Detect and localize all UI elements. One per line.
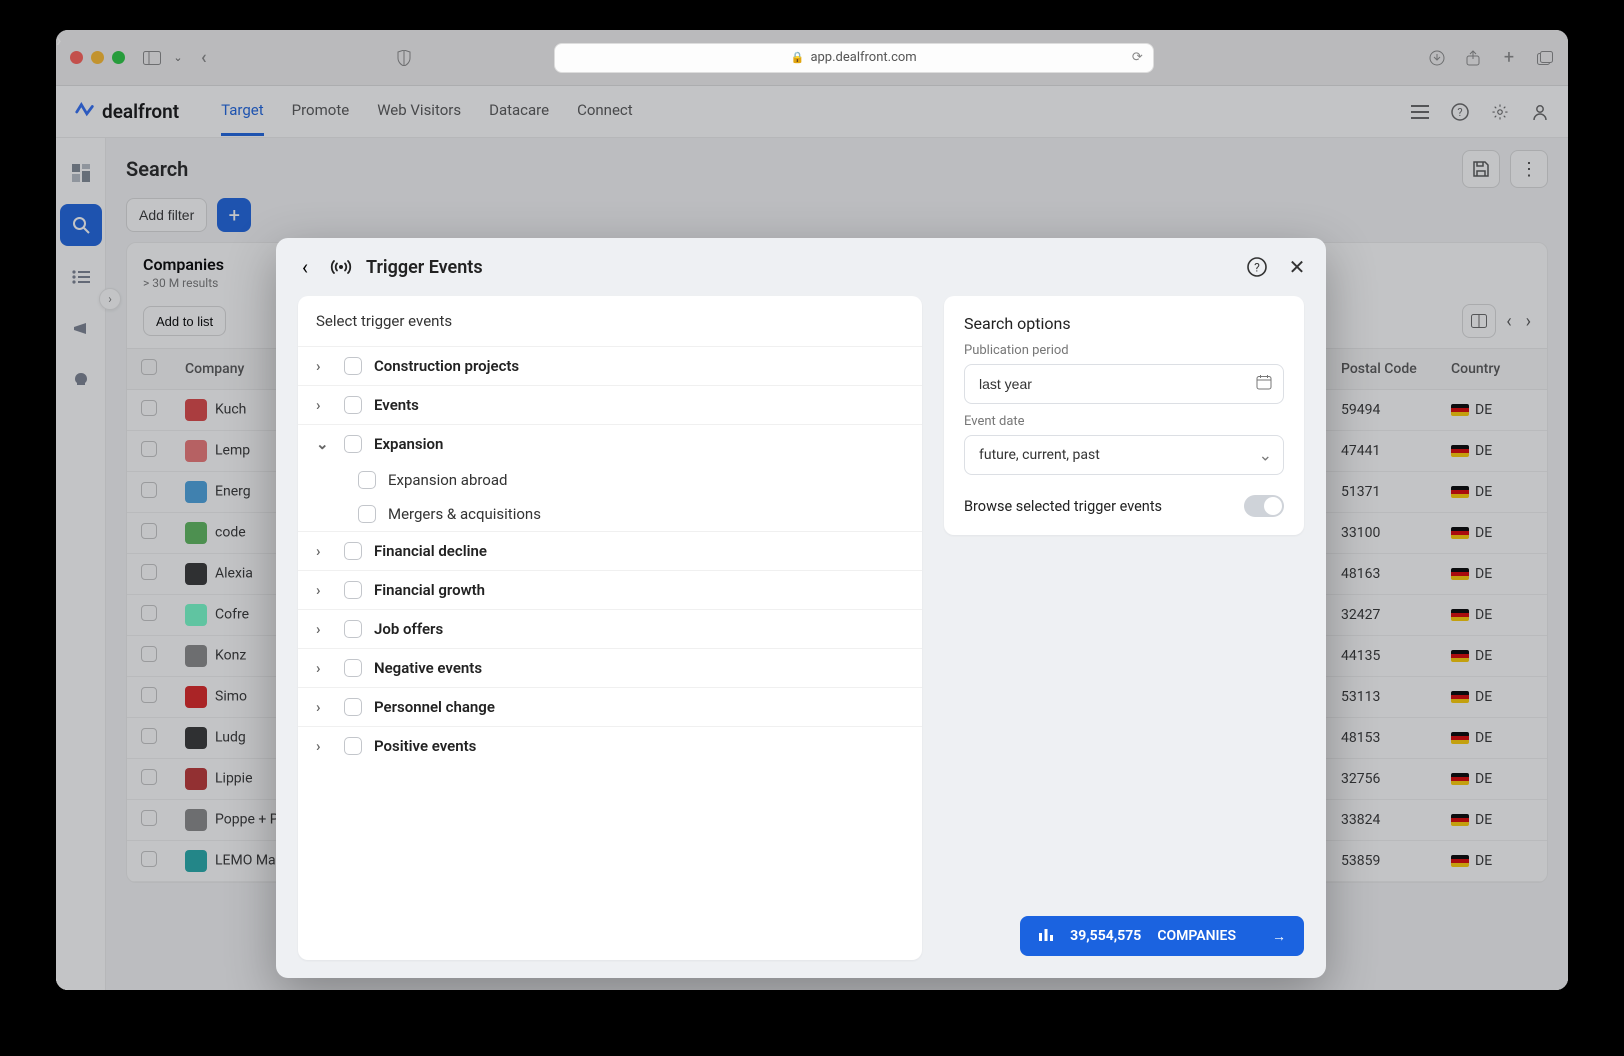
modal-help-icon[interactable]: ? <box>1246 256 1268 278</box>
trigger-list-header: Select trigger events <box>298 296 922 346</box>
category-label: Events <box>374 396 419 414</box>
subitem-checkbox[interactable] <box>358 505 376 523</box>
cta-count: 39,554,575 <box>1070 928 1141 944</box>
category-checkbox[interactable] <box>344 435 362 453</box>
chart-icon <box>1038 927 1054 945</box>
browse-toggle-row: Browse selected trigger events <box>964 495 1284 517</box>
pub-period-field[interactable] <box>964 364 1284 404</box>
chevron-down-icon[interactable]: ⌄ <box>1259 446 1272 465</box>
category-checkbox[interactable] <box>344 620 362 638</box>
category-label: Financial decline <box>374 542 487 560</box>
browser-window: ⌄ ‹ › 🔒 app.dealfront.com ⟳ + dealfront <box>56 30 1568 990</box>
cta-label: COMPANIES <box>1157 928 1236 944</box>
trigger-category[interactable]: › Construction projects <box>298 346 922 385</box>
chevron-icon[interactable]: › <box>316 698 332 716</box>
trigger-category[interactable]: › Positive events <box>298 726 922 765</box>
category-checkbox[interactable] <box>344 542 362 560</box>
event-date-field[interactable]: future, current, past ⌄ <box>964 435 1284 475</box>
chevron-icon[interactable]: › <box>316 659 332 677</box>
trigger-subitem[interactable]: Expansion abroad <box>298 463 922 497</box>
reload-icon[interactable]: ⟳ <box>1132 50 1143 65</box>
trigger-category[interactable]: › Financial decline <box>298 531 922 570</box>
broadcast-icon <box>330 256 352 278</box>
trigger-tree: › Construction projects › Events ⌄ Expansion E… <box>298 346 922 773</box>
app-root: dealfront Target Promote Web Visitors Da… <box>56 86 1568 990</box>
search-options-title: Search options <box>964 314 1284 333</box>
svg-text:?: ? <box>1254 261 1260 275</box>
category-checkbox[interactable] <box>344 581 362 599</box>
chevron-icon[interactable]: ⌄ <box>316 435 332 453</box>
chevron-icon[interactable]: › <box>316 396 332 414</box>
category-label: Negative events <box>374 659 482 677</box>
subitem-label: Mergers & acquisitions <box>388 505 541 523</box>
search-options-card: Search options Publication period Event … <box>944 296 1304 535</box>
browser-toolbar: ⌄ ‹ › 🔒 app.dealfront.com ⟳ + <box>56 30 1568 86</box>
trigger-category[interactable]: › Events <box>298 385 922 424</box>
subitem-checkbox[interactable] <box>358 471 376 489</box>
lock-icon: 🔒 <box>791 51 805 64</box>
trigger-events-modal: ‹ Trigger Events ? ✕ Select trigger even… <box>276 238 1326 978</box>
modal-back-button[interactable]: ‹ <box>294 256 316 278</box>
category-label: Construction projects <box>374 357 519 375</box>
browse-toggle-label: Browse selected trigger events <box>964 498 1162 515</box>
chevron-icon[interactable]: › <box>316 737 332 755</box>
trigger-subitem[interactable]: Mergers & acquisitions <box>298 497 922 531</box>
apply-button[interactable]: 39,554,575 COMPANIES → <box>1020 916 1304 956</box>
nav-arrows: ‹ › <box>201 47 207 68</box>
modal-body: Select trigger events › Construction proj… <box>276 296 1326 978</box>
chevron-icon[interactable]: › <box>316 357 332 375</box>
url-text: app.dealfront.com <box>810 50 916 65</box>
category-checkbox[interactable] <box>344 659 362 677</box>
trigger-category[interactable]: › Negative events <box>298 648 922 687</box>
category-label: Job offers <box>374 620 443 638</box>
subitem-label: Expansion abroad <box>388 471 507 489</box>
arrow-right-icon: → <box>1272 928 1286 945</box>
modal-close-icon[interactable]: ✕ <box>1286 256 1308 278</box>
calendar-icon[interactable] <box>1256 374 1272 394</box>
browse-toggle[interactable] <box>1244 495 1284 517</box>
category-checkbox[interactable] <box>344 737 362 755</box>
trigger-category[interactable]: › Personnel change <box>298 687 922 726</box>
pub-period-label: Publication period <box>964 343 1284 358</box>
trigger-category[interactable]: › Job offers <box>298 609 922 648</box>
event-date-select[interactable]: future, current, past <box>964 435 1284 475</box>
category-label: Personnel change <box>374 698 495 716</box>
category-checkbox[interactable] <box>344 396 362 414</box>
category-label: Positive events <box>374 737 476 755</box>
trigger-category[interactable]: › Financial growth <box>298 570 922 609</box>
category-checkbox[interactable] <box>344 698 362 716</box>
trigger-list-card: Select trigger events › Construction proj… <box>298 296 922 960</box>
chevron-icon[interactable]: › <box>316 620 332 638</box>
trigger-category[interactable]: ⌄ Expansion <box>298 424 922 463</box>
modal-header: ‹ Trigger Events ? ✕ <box>276 238 1326 296</box>
category-checkbox[interactable] <box>344 357 362 375</box>
modal-title: Trigger Events <box>366 257 483 278</box>
category-label: Expansion <box>374 435 443 453</box>
url-bar[interactable]: 🔒 app.dealfront.com ⟳ <box>554 43 1154 73</box>
workspace: › Search ⋮ Add filter + Companies <box>56 138 1568 990</box>
event-date-label: Event date <box>964 414 1284 429</box>
chevron-icon[interactable]: › <box>316 542 332 560</box>
chevron-icon[interactable]: › <box>316 581 332 599</box>
pub-period-input[interactable] <box>964 364 1284 404</box>
category-label: Financial growth <box>374 581 485 599</box>
